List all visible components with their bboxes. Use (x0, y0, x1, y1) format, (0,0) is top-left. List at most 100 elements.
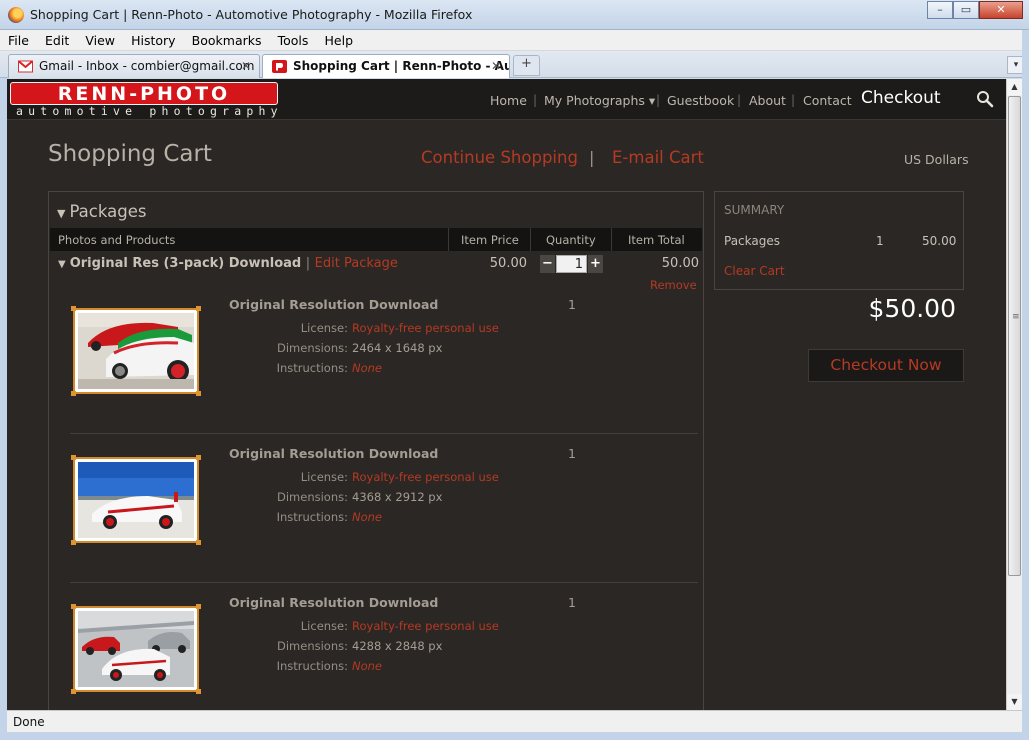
item-instructions-line: Instructions: None (229, 510, 629, 524)
license-link[interactable]: Royalty-free personal use (352, 470, 499, 484)
package-row: ▼ Original Res (3-pack) Download | Edit P… (58, 256, 398, 271)
menu-help[interactable]: Help (325, 31, 354, 48)
menu-tools[interactable]: Tools (278, 31, 309, 48)
nav-guestbook[interactable]: Guestbook (667, 93, 734, 108)
instructions-label: Instructions: (276, 659, 348, 673)
thumbnail-corner (196, 306, 201, 311)
nav-home[interactable]: Home (490, 93, 527, 108)
decrease-quantity-button[interactable]: − (540, 255, 555, 273)
summary-heading: SUMMARY (724, 203, 785, 217)
cart-column-header: Photos and Products Item Price Quantity … (50, 228, 702, 251)
menu-file[interactable]: File (8, 31, 29, 48)
cart-panel: ▼ Packages Photos and Products Item Price… (48, 191, 704, 710)
tab-label: Shopping Cart | Renn-Photo - Aut... (293, 59, 510, 73)
page-title: Shopping Cart (48, 141, 212, 167)
package-item: Original Resolution Download 1 License: R… (70, 445, 700, 594)
restore-button[interactable]: ▭ (953, 1, 979, 19)
instructions-label: Instructions: (276, 510, 348, 524)
status-text: Done (13, 715, 45, 729)
menu-bookmarks[interactable]: Bookmarks (192, 31, 262, 48)
remove-package-link[interactable]: Remove (650, 278, 697, 292)
nav-separator: | (737, 93, 742, 107)
status-bar: Done (7, 710, 1022, 732)
summary-panel: SUMMARY Packages 1 50.00 Clear Cart (714, 191, 964, 290)
checkout-now-button[interactable]: Checkout Now (808, 349, 964, 382)
dimensions-value: 4368 x 2912 px (352, 490, 443, 504)
scroll-up-arrow-icon[interactable]: ▲ (1007, 79, 1022, 95)
instructions-link[interactable]: None (352, 361, 382, 375)
photo-red-white-porsches (78, 313, 194, 389)
tab-gmail[interactable]: Gmail - Inbox - combier@gmail.com ✕ (8, 54, 260, 78)
scrollbar-thumb[interactable]: ≡ (1008, 96, 1021, 576)
menu-view[interactable]: View (85, 31, 115, 48)
close-tab-icon[interactable]: ✕ (491, 59, 501, 73)
clear-cart-link[interactable]: Clear Cart (724, 264, 785, 278)
window-frame (0, 732, 1029, 740)
close-tab-icon[interactable]: ✕ (241, 59, 251, 73)
packages-heading-label: Packages (69, 202, 147, 221)
vertical-scrollbar[interactable]: ▲ ≡ ▼ (1006, 79, 1022, 710)
quantity-input[interactable]: 1 (556, 255, 587, 273)
continue-shopping-link[interactable]: Continue Shopping (421, 148, 578, 167)
scroll-down-arrow-icon[interactable]: ▼ (1007, 694, 1022, 710)
thumbnail-corner (196, 540, 201, 545)
photo-thumbnail[interactable] (73, 457, 199, 543)
edit-package-link[interactable]: Edit Package (315, 256, 398, 271)
column-products: Photos and Products (58, 233, 176, 247)
window-title: Shopping Cart | Renn-Photo - Automotive … (30, 7, 473, 22)
package-item: Original Resolution Download 1 License: R… (70, 296, 700, 445)
menu-bar: File Edit View History Bookmarks Tools H… (0, 30, 1029, 51)
instructions-link[interactable]: None (352, 659, 382, 673)
instructions-link[interactable]: None (352, 510, 382, 524)
license-link[interactable]: Royalty-free personal use (352, 321, 499, 335)
photo-thumbnail[interactable] (73, 308, 199, 394)
license-link[interactable]: Royalty-free personal use (352, 619, 499, 633)
photo-thumbnail[interactable] (73, 606, 199, 692)
tab-shopping-cart[interactable]: Shopping Cart | Renn-Photo - Aut... ✕ (262, 54, 510, 78)
increase-quantity-button[interactable]: + (588, 255, 603, 273)
item-name: Original Resolution Download (229, 595, 439, 610)
menu-history[interactable]: History (131, 31, 175, 48)
column-item-price: Item Price (461, 233, 519, 247)
instructions-label: Instructions: (276, 361, 348, 375)
email-cart-link[interactable]: E-mail Cart (612, 148, 704, 167)
thumbnail-corner (196, 689, 201, 694)
nav-my-photographs[interactable]: My Photographs ▾ (544, 93, 655, 108)
thumbnail-corner (71, 391, 76, 396)
column-item-total: Item Total (628, 233, 685, 247)
link-separator: | (589, 148, 595, 167)
packages-heading[interactable]: ▼ Packages (57, 202, 146, 221)
license-label: License: (300, 470, 348, 484)
nav-separator: | (791, 93, 796, 107)
package-item-price: 50.00 (489, 256, 527, 271)
summary-packages-label: Packages (724, 234, 780, 248)
nav-contact[interactable]: Contact (803, 93, 852, 108)
close-window-button[interactable]: ✕ (979, 1, 1023, 19)
item-count: 1 (568, 595, 576, 610)
package-separator: | (305, 256, 311, 271)
collapse-triangle-icon[interactable]: ▼ (58, 259, 66, 270)
nav-separator: | (656, 93, 661, 107)
summary-packages-count: 1 (876, 234, 884, 248)
new-tab-button[interactable]: + (513, 55, 540, 76)
page-viewport: RENN-PHOTO automotive photography Home |… (7, 79, 1006, 710)
nav-about[interactable]: About (749, 93, 786, 108)
nav-checkout[interactable]: Checkout (861, 88, 941, 108)
thumbnail-corner (196, 604, 201, 609)
column-divider (530, 228, 531, 251)
dimensions-label: Dimensions: (277, 341, 348, 355)
minimize-button[interactable]: – (927, 1, 953, 19)
thumbnail-corner (71, 689, 76, 694)
currency-selector[interactable]: US Dollars (904, 152, 969, 167)
dimensions-label: Dimensions: (277, 490, 348, 504)
menu-edit[interactable]: Edit (45, 31, 69, 48)
tab-bar: Gmail - Inbox - combier@gmail.com ✕ Shop… (0, 51, 1029, 78)
site-logo[interactable]: RENN-PHOTO (10, 82, 278, 105)
item-count: 1 (568, 446, 576, 461)
search-icon[interactable] (976, 90, 994, 108)
column-divider (611, 228, 612, 251)
cart-total: $50.00 (868, 294, 956, 323)
summary-packages-amount: 50.00 (922, 234, 957, 248)
item-license-line: License: Royalty-free personal use (229, 619, 629, 633)
column-quantity: Quantity (546, 233, 596, 247)
